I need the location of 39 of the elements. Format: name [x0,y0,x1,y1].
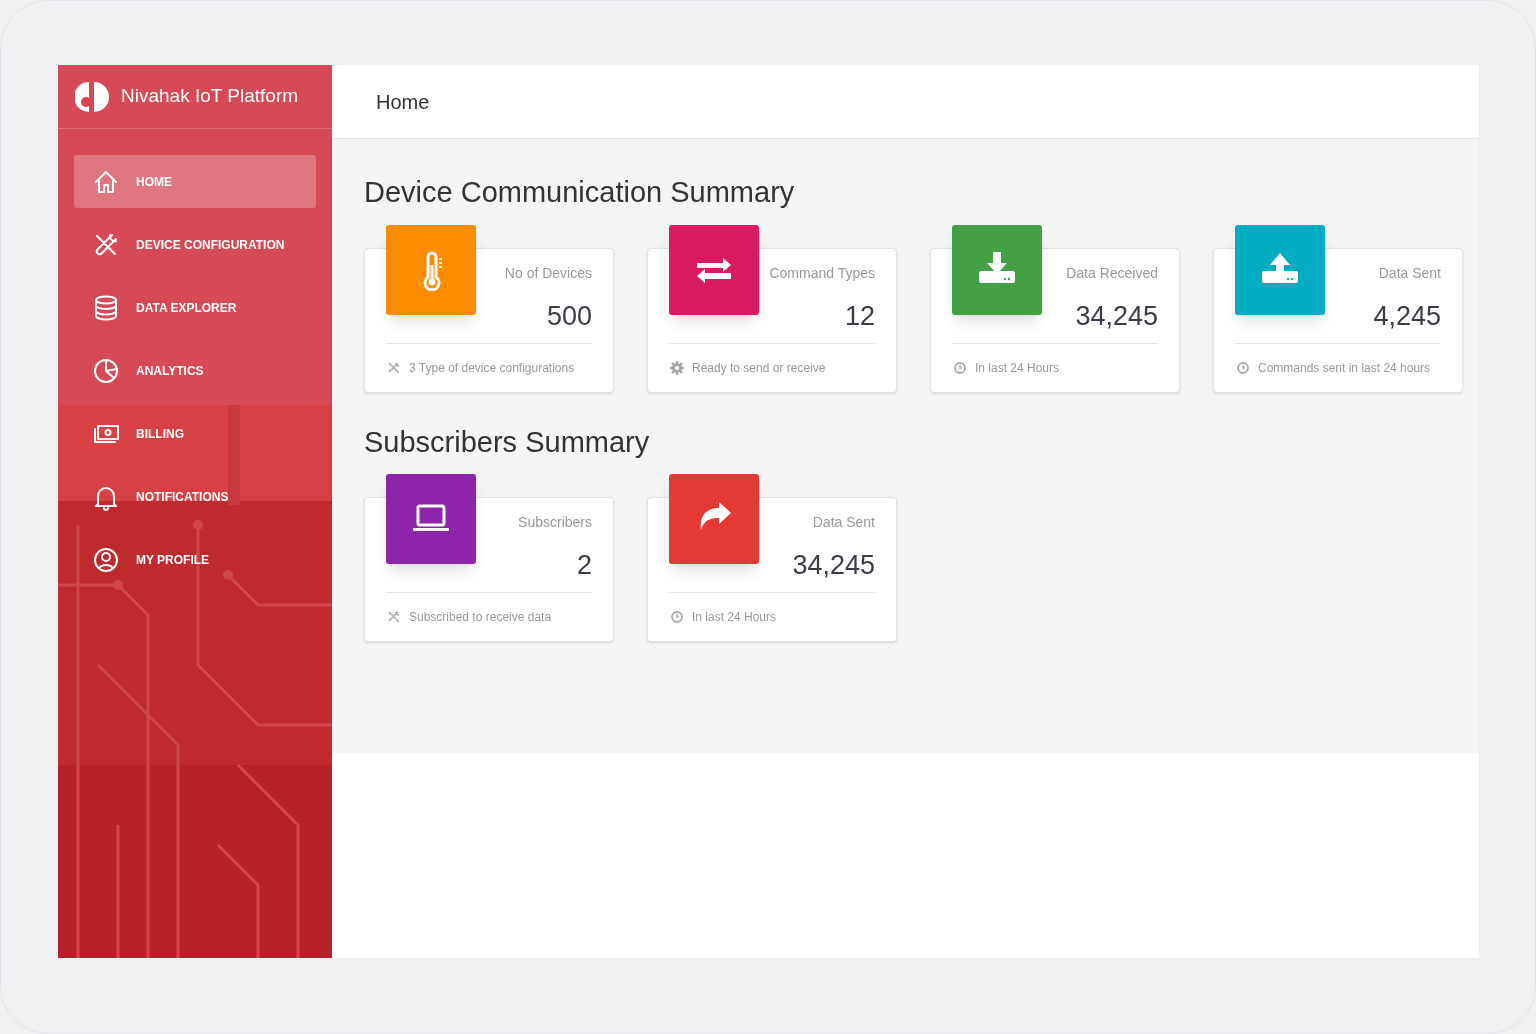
card-label: Data Received [1066,263,1158,283]
card-footer-text: In last 24 Hours [692,609,777,626]
card-footer-text: Commands sent in last 24 hours [1258,359,1431,377]
nav-item[interactable]: ANALYTICS [74,344,316,397]
nav-item[interactable]: DEVICE CONFIGURATION [74,218,316,271]
card-value: 34,245 [792,549,875,582]
nav-item[interactable]: DATA EXPLORER [74,281,316,334]
nav-item[interactable]: NOTIFICATIONS [74,470,316,523]
clock-icon [670,610,684,624]
card-label: Command Types [769,263,875,283]
page-title: Home [376,89,430,115]
card-label: Data Sent [812,513,875,532]
card-value: 34,245 [1075,299,1158,333]
wrench-screwdriver-icon [387,360,401,375]
card-value: 4,245 [1373,299,1441,333]
brand-name: Nivahak IoT Platform [121,84,299,109]
card-label: Subscribers [518,513,592,532]
wrench-screwdriver-icon [387,610,401,624]
database-icon [92,293,120,322]
card-value: 500 [546,299,592,333]
logo-icon [75,79,111,114]
settings-icon [670,360,684,375]
pie-chart-icon [92,356,120,385]
nav-item[interactable]: BILLING [74,407,316,460]
card-value: 2 [576,549,592,582]
card-footer-text: In last 24 Hours [975,359,1060,377]
card-value: 12 [844,299,875,333]
card-footer-text: Ready to send or receive [692,359,826,377]
section-heading: Device Communication Summary [364,175,796,210]
clock-icon [953,360,967,375]
user-icon [92,545,120,574]
card-label: No of Devices [504,263,592,283]
section-heading: Subscribers Summary [364,424,651,460]
clock-icon [1236,360,1250,375]
card-footer-text: Subscribed to receive data [409,609,552,626]
card-label: Data Sent [1378,263,1441,283]
nav-item[interactable]: HOME [74,155,316,208]
card-footer-text: 3 Type of device configurations [409,359,575,377]
nav-item[interactable]: MY PROFILE [74,533,316,586]
